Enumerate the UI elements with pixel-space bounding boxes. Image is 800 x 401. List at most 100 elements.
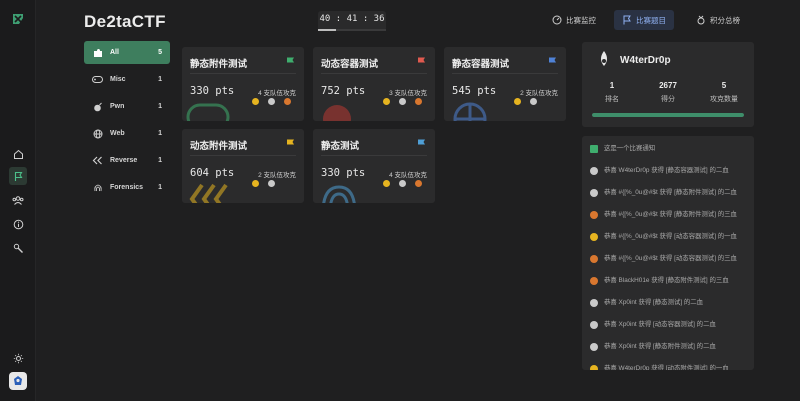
divider <box>321 73 427 74</box>
notice-text: 恭喜 W4terDr0p 获得 [静态容器测试] 的二血 <box>604 167 729 174</box>
category-forensics[interactable]: Forensics 1 <box>84 176 170 199</box>
flag-icon <box>418 139 425 148</box>
challenge-card[interactable]: 动态容器测试 752 pts 3 支队伍攻克 <box>313 47 435 121</box>
notice-text: 恭喜 #{[%_0u@#$t 获得 [静态附件测试] 的三血 <box>604 211 737 218</box>
stat-value: 5 <box>721 81 727 90</box>
progress-bar-fill <box>592 113 744 117</box>
second-blood-icon <box>268 98 275 105</box>
fingerprint-icon <box>92 182 103 193</box>
challenge-card[interactable]: 静态容器测试 545 pts 2 支队伍攻克 <box>444 47 566 121</box>
stat-label: 得分 <box>661 96 675 103</box>
flag-nav-icon[interactable] <box>9 167 27 185</box>
notice-item: 恭喜 #{[%_0u@#$t 获得 [动态容器测试] 的一血 <box>590 232 746 251</box>
third-blood-icon <box>590 277 598 285</box>
gamepad-icon <box>186 103 230 121</box>
notice-text: 恭喜 #{[%_0u@#$t 获得 [静态附件测试] 的二血 <box>604 189 737 196</box>
home-icon[interactable] <box>9 145 27 163</box>
third-blood-icon <box>590 255 598 263</box>
first-blood-icon <box>590 365 598 370</box>
divider <box>190 73 296 74</box>
nav-monitor[interactable]: 比赛监控 <box>544 10 604 30</box>
category-label: Reverse <box>110 157 138 164</box>
third-blood-icon <box>415 180 422 187</box>
challenge-points: 330 pts <box>190 85 235 97</box>
first-blood-icon <box>383 98 390 105</box>
notice-item: 恭喜 BlackH01e 获得 [静态附件测试] 的三血 <box>590 276 746 295</box>
flag-icon <box>549 57 556 66</box>
notice-item: 恭喜 #{[%_0u@#$t 获得 [静态附件测试] 的二血 <box>590 188 746 207</box>
notice-text: 恭喜 #{[%_0u@#$t 获得 [动态容器测试] 的一血 <box>604 233 737 240</box>
category-misc[interactable]: Misc 1 <box>84 68 170 91</box>
category-label: Forensics <box>110 184 144 191</box>
notice-text: 这是一个比赛通知 <box>604 145 656 152</box>
notice-item: 恭喜 W4terDr0p 获得 [动态附件测试] 的一血 <box>590 364 746 370</box>
stat-value: 1 <box>609 81 615 90</box>
info-icon[interactable] <box>9 215 27 233</box>
category-list: All 5 Misc 1 Pwn 1 Web 1 Reverse 1 Foren… <box>84 41 170 203</box>
bomb-icon <box>92 101 103 112</box>
progress-bar <box>592 113 744 117</box>
fingerprint-icon <box>322 185 356 203</box>
second-blood-icon <box>590 189 598 197</box>
category-reverse[interactable]: Reverse 1 <box>84 149 170 172</box>
app-logo-icon[interactable] <box>11 12 25 26</box>
rewind-icon <box>92 155 103 166</box>
nav-monitor-label: 比赛监控 <box>566 15 596 25</box>
notice-text: 恭喜 Xp0int 获得 [静态测试] 的二血 <box>604 299 704 306</box>
second-blood-icon <box>590 343 598 351</box>
blood-badges <box>383 180 422 187</box>
category-count: 1 <box>158 157 162 164</box>
flag-icon <box>623 15 631 25</box>
divider <box>452 73 558 74</box>
category-all[interactable]: All 5 <box>84 41 170 64</box>
solved-count: 3 支队伍攻克 <box>389 90 427 97</box>
team-name: W4terDr0p <box>620 55 671 66</box>
challenge-card[interactable]: 动态附件测试 604 pts 2 支队伍攻克 <box>182 129 304 203</box>
wrench-icon[interactable] <box>9 239 27 257</box>
second-blood-icon <box>530 98 537 105</box>
third-blood-icon <box>590 211 598 219</box>
flag-icon <box>287 139 294 148</box>
team-avatar <box>601 51 607 66</box>
category-pwn[interactable]: Pwn 1 <box>84 95 170 118</box>
stat-solved: 5 攻克数量 <box>699 81 749 104</box>
challenge-title: 静态容器测试 <box>452 59 510 70</box>
notice-text: 恭喜 BlackH01e 获得 [静态附件测试] 的三血 <box>604 277 729 284</box>
first-blood-icon <box>514 98 521 105</box>
nav-challenges[interactable]: 比赛题目 <box>614 10 674 30</box>
puzzle-icon <box>92 47 103 58</box>
notice-item: 恭喜 Xp0int 获得 [动态容器测试] 的二血 <box>590 320 746 339</box>
team-profile-card: W4terDr0p 1 排名 2677 得分 5 攻克数量 <box>582 42 754 127</box>
nav-scoreboard-label: 积分总榜 <box>710 15 740 25</box>
challenge-points: 752 pts <box>321 85 366 97</box>
nav-scoreboard[interactable]: 积分总榜 <box>688 10 748 30</box>
stat-label: 攻克数量 <box>710 96 738 103</box>
challenge-card[interactable]: 静态测试 330 pts 4 支队伍攻克 <box>313 129 435 203</box>
second-blood-icon <box>399 180 406 187</box>
countdown-timer: 40 : 41 : 36 <box>318 11 386 31</box>
category-label: All <box>110 49 119 56</box>
theme-toggle-icon[interactable] <box>9 349 27 367</box>
notice-item: 恭喜 Xp0int 获得 [静态测试] 的二血 <box>590 298 746 317</box>
notice-feed[interactable]: 这是一个比赛通知恭喜 W4terDr0p 获得 [静态容器测试] 的二血恭喜 #… <box>582 136 754 370</box>
notice-item: 恭喜 Xp0int 获得 [静态附件测试] 的二血 <box>590 342 746 361</box>
notice-item: 恭喜 #{[%_0u@#$t 获得 [动态容器测试] 的三血 <box>590 254 746 273</box>
notice-item: 恭喜 W4terDr0p 获得 [静态容器测试] 的二血 <box>590 166 746 185</box>
category-count: 5 <box>158 49 162 56</box>
category-label: Pwn <box>110 103 125 110</box>
blood-badges <box>383 98 422 105</box>
first-blood-icon <box>383 180 390 187</box>
first-blood-icon <box>252 180 259 187</box>
challenge-card[interactable]: 静态附件测试 330 pts 4 支队伍攻克 <box>182 47 304 121</box>
solved-count: 2 支队伍攻克 <box>258 172 296 179</box>
team-icon[interactable] <box>9 191 27 209</box>
page-title: De2taCTF <box>84 12 166 31</box>
globe-icon <box>453 102 487 121</box>
category-web[interactable]: Web 1 <box>84 122 170 145</box>
flag-icon <box>287 57 294 66</box>
third-blood-icon <box>415 98 422 105</box>
stat-score: 2677 得分 <box>643 81 693 104</box>
notice-item: 这是一个比赛通知 <box>590 144 746 163</box>
nav-challenges-label: 比赛题目 <box>636 15 666 25</box>
user-avatar[interactable] <box>9 372 27 390</box>
